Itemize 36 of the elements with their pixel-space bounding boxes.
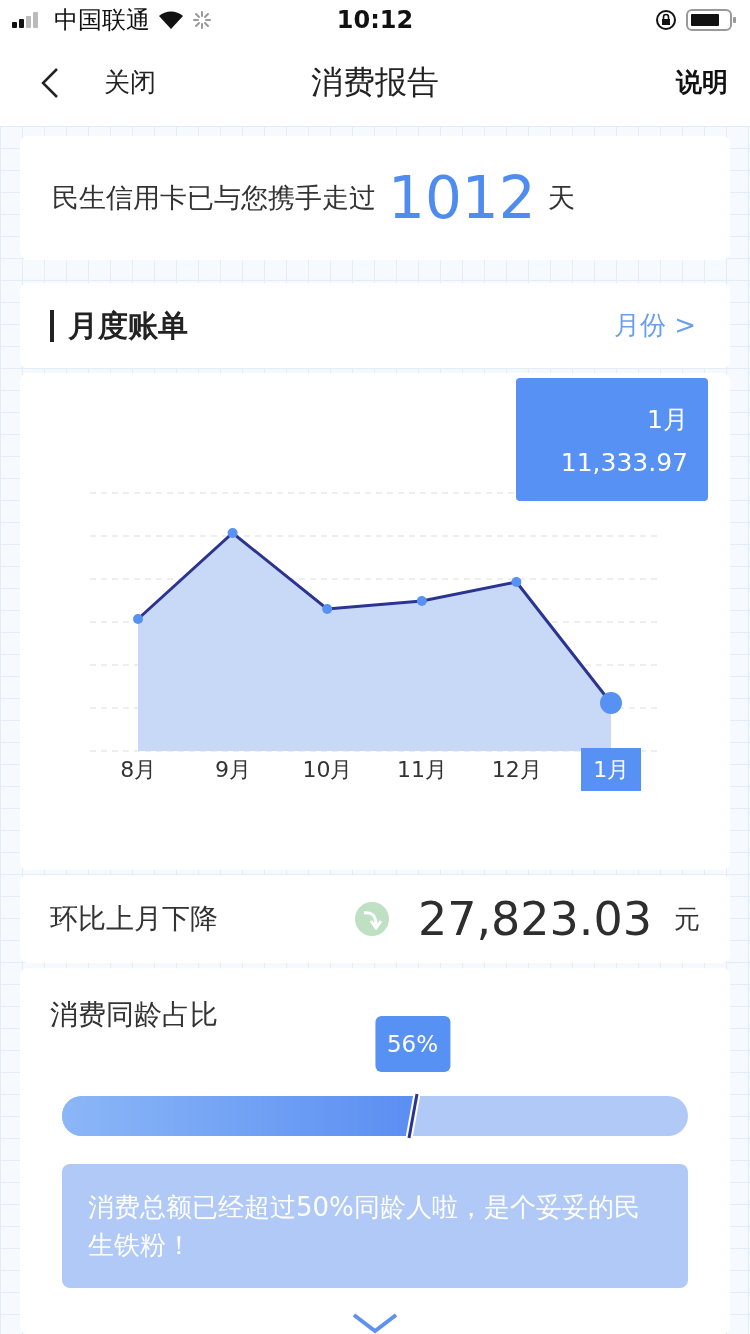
month-label[interactable]: 11月 [385, 748, 460, 791]
page-title: 消费报告 [311, 61, 439, 103]
days-unit: 天 [547, 181, 575, 215]
data-point [416, 596, 427, 606]
expand-icon[interactable] [352, 1312, 398, 1334]
back-icon [40, 66, 60, 99]
data-point[interactable] [600, 692, 622, 714]
peer-message: 消费总额已经超过50%同龄人啦，是个妥妥的民生铁粉！ [62, 1164, 688, 1288]
close-label: 关闭 [104, 66, 156, 100]
percent-bubble: 56% [375, 1016, 451, 1072]
clock-time: 10:12 [336, 5, 414, 34]
close-button[interactable]: 关闭 [40, 65, 156, 101]
currency-unit: 元 [674, 902, 700, 936]
section-title: 月度账单 [50, 309, 188, 342]
tooltip-month: 1月 [647, 403, 688, 436]
month-label[interactable]: 12月 [479, 748, 554, 791]
help-button[interactable]: 说明 [676, 65, 728, 101]
loading-icon [192, 9, 212, 30]
carrier-name: 中国联通 [54, 4, 150, 36]
change-label: 环比上月下降 [50, 901, 218, 937]
days-prefix: 民生信用卡已与您携手走过 [52, 181, 376, 215]
battery-icon [686, 7, 738, 32]
tooltip-amount: 11,333.97 [560, 447, 688, 477]
data-point [511, 577, 522, 587]
change-amount: 27,823.03 [417, 892, 652, 946]
peer-title: 消费同龄占比 [50, 997, 219, 1033]
month-label[interactable]: 8月 [108, 748, 169, 791]
data-point [322, 604, 333, 614]
progress-marker [405, 1092, 420, 1140]
data-point [227, 528, 238, 538]
wifi-icon [158, 9, 184, 30]
month-label[interactable]: 9月 [202, 748, 263, 791]
rotation-lock-icon [654, 7, 678, 32]
data-point [133, 614, 143, 624]
month-label[interactable]: 10月 [290, 748, 365, 791]
days-count: 1012 [388, 164, 536, 232]
